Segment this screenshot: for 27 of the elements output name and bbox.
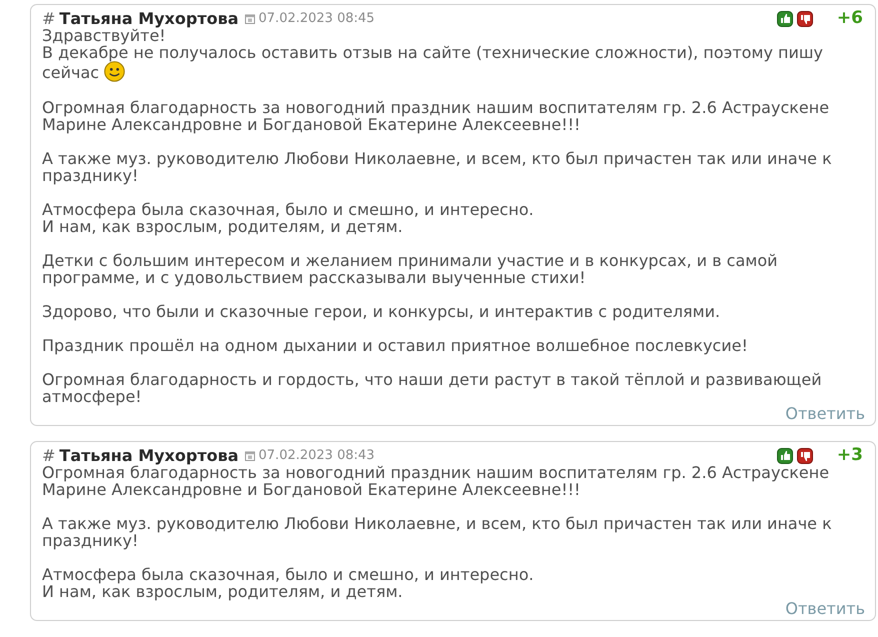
thumbs-up-icon[interactable]	[776, 448, 793, 464]
comment-date: 07.02.2023 08:43	[258, 447, 375, 464]
comment-paragraph: Огромная благодарность за новогодний праздник нашим воспитателям гр. 2.6 Астраускене Марине Александровне и Богдановой Екатерине Алексеевне!!!	[42, 99, 830, 133]
comment-paragraph: Здравствуйте! В декабре не получалось оставить отзыв на сайте (технические сложности), поэтому пишу сейчас	[42, 27, 824, 82]
reply-link[interactable]: Ответить	[785, 405, 865, 422]
comment-paragraph: Огромная благодарность за новогодний праздник нашим воспитателям гр. 2.6 Астраускене Марине Александровне и Богдановой Екатерине Алексеевне!!!	[42, 464, 830, 498]
calendar-icon	[244, 450, 255, 460]
comment-paragraph: Детки с большим интересом и желанием принимали участие и в конкурсах, и в самой программе, и с удовольствием рассказывали выученные стихи!	[42, 252, 779, 286]
comment-paragraph: Праздник прошёл на одном дыхании и оставил приятное волшебное послевкусие!	[42, 337, 749, 354]
comment-paragraph: А также муз. руководителю Любови Николаевне, и всем, кто был причастен так или иначе к празднику!	[42, 515, 833, 549]
comment-paragraph: Здорово, что были и сказочные герои, и конкурсы, и интерактив с родителями.	[42, 303, 722, 320]
comment-paragraph: Атмосфера была сказочная, было и смешно, и интересно. И нам, как взрослым, родителям, и детям.	[42, 566, 535, 600]
thumbs-down-icon[interactable]	[796, 448, 813, 464]
comment-paragraph: Атмосфера была сказочная, было и смешно, и интересно. И нам, как взрослым, родителям, и детям.	[42, 201, 535, 235]
rating-score: +3	[836, 447, 863, 464]
thumbs-down-icon[interactable]	[796, 10, 813, 26]
comment-paragraph: Огромная благодарность и гордость, что наши дети растут в такой тёплой и развивающей атмосфере!	[42, 371, 823, 405]
anchor-link[interactable]: #	[42, 10, 56, 27]
reply-link[interactable]: Ответить	[785, 600, 865, 617]
anchor-link[interactable]: #	[42, 447, 56, 464]
comment-date: 07.02.2023 08:45	[258, 10, 375, 27]
author-name: Татьяна Мухортова	[59, 10, 239, 27]
comment-paragraph: А также муз. руководителю Любови Николаевне, и всем, кто был причастен так или иначе к празднику!	[42, 150, 833, 184]
rating-score: +6	[836, 10, 863, 27]
author-name: Татьяна Мухортова	[59, 447, 239, 464]
thumbs-up-icon[interactable]	[776, 10, 793, 26]
calendar-icon	[244, 14, 255, 24]
